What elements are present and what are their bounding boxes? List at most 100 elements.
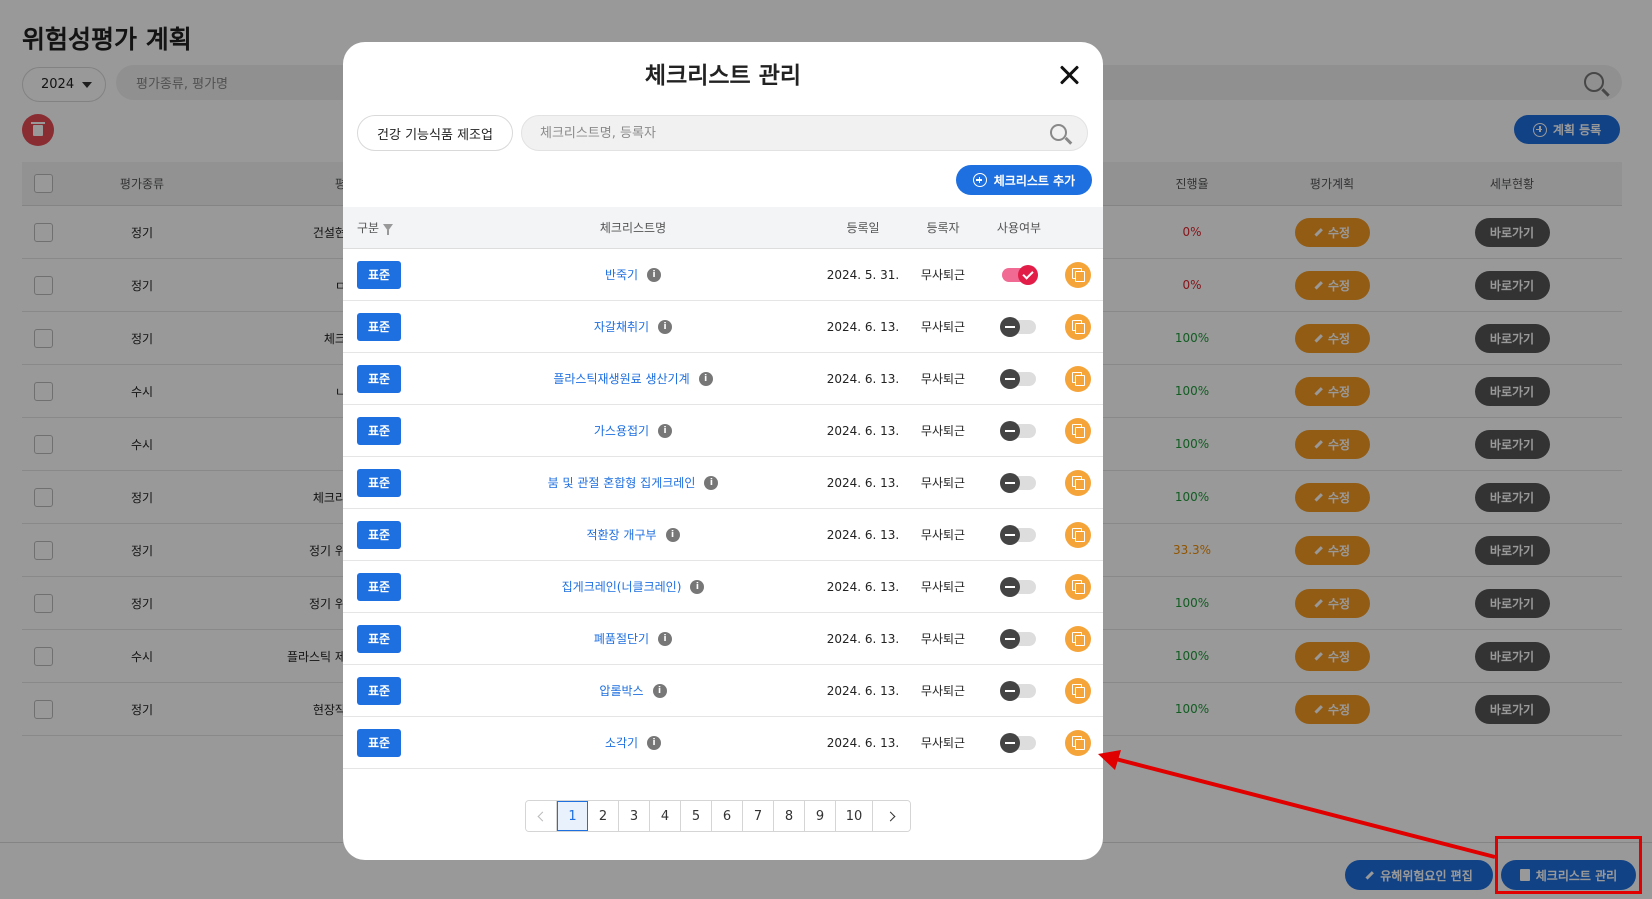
info-icon[interactable]: i	[658, 631, 673, 646]
row-user: 무사퇴근	[920, 684, 966, 698]
row-user: 무사퇴근	[920, 580, 966, 594]
page-button[interactable]: 3	[619, 801, 650, 831]
header-category-label: 구분	[357, 221, 380, 235]
checklist-row: 표준 소각기 i 2024. 6. 13. 무사퇴근	[343, 717, 1103, 769]
copy-icon[interactable]	[1065, 729, 1091, 756]
standard-badge: 표준	[357, 728, 401, 757]
checklist-name-link[interactable]: 적환장 개구부	[586, 526, 656, 543]
next-page-button[interactable]	[873, 801, 910, 831]
page-button[interactable]: 7	[743, 801, 774, 831]
row-copy-cell	[1054, 457, 1102, 508]
page-button[interactable]: 6	[712, 801, 743, 831]
info-icon[interactable]: i	[658, 319, 673, 334]
page-button[interactable]: 2	[588, 801, 619, 831]
checklist-name-link[interactable]: 붐 및 관절 혼합형 집게크레인	[548, 474, 696, 491]
copy-icon[interactable]	[1065, 521, 1091, 548]
copy-icon[interactable]	[1065, 365, 1091, 392]
info-icon[interactable]: i	[658, 423, 673, 438]
page-button[interactable]: 1	[557, 801, 588, 831]
search-icon[interactable]	[1050, 124, 1067, 141]
row-user: 무사퇴근	[920, 632, 966, 646]
row-copy-cell	[1054, 249, 1102, 300]
add-checklist-button[interactable]: 체크리스트 추가	[956, 165, 1092, 195]
standard-badge: 표준	[357, 624, 401, 653]
copy-icon[interactable]	[1065, 313, 1091, 340]
row-category-cell: 표준	[357, 561, 427, 612]
checklist-name-link[interactable]: 가스용접기	[594, 422, 649, 439]
row-copy-cell	[1054, 717, 1102, 768]
row-category-cell: 표준	[357, 613, 427, 664]
filter-icon[interactable]	[383, 224, 394, 235]
row-name-cell: 가스용접기 i	[463, 405, 803, 456]
row-use-cell	[983, 561, 1055, 612]
row-copy-cell	[1054, 613, 1102, 664]
copy-icon[interactable]	[1065, 469, 1091, 496]
page-button[interactable]: 4	[650, 801, 681, 831]
info-icon[interactable]: i	[652, 683, 667, 698]
info-icon[interactable]: i	[704, 475, 719, 490]
use-toggle[interactable]	[1000, 732, 1036, 753]
header-category[interactable]: 구분	[357, 207, 427, 248]
row-name-cell: 플라스틱재생원료 생산기계 i	[463, 353, 803, 404]
checklist-row: 표준 폐품절단기 i 2024. 6. 13. 무사퇴근	[343, 613, 1103, 665]
row-name-cell: 집게크레인(너클크레인) i	[463, 561, 803, 612]
info-icon[interactable]: i	[690, 579, 705, 594]
row-user: 무사퇴근	[920, 424, 966, 438]
row-date: 2024. 6. 13.	[826, 527, 900, 542]
row-category-cell: 표준	[357, 405, 427, 456]
use-toggle[interactable]	[1000, 628, 1036, 649]
copy-icon[interactable]	[1065, 677, 1091, 704]
info-icon[interactable]: i	[647, 735, 662, 750]
copy-icon[interactable]	[1065, 417, 1091, 444]
standard-badge: 표준	[357, 364, 401, 393]
copy-icon[interactable]	[1065, 625, 1091, 652]
use-toggle[interactable]	[1000, 680, 1036, 701]
copy-icon[interactable]	[1065, 573, 1091, 600]
use-toggle[interactable]	[1000, 576, 1036, 597]
row-user: 무사퇴근	[920, 736, 966, 750]
row-date: 2024. 6. 13.	[826, 371, 900, 386]
close-icon[interactable]	[1055, 60, 1085, 90]
toggle-knob	[1000, 576, 1020, 597]
use-toggle[interactable]	[1000, 316, 1036, 337]
copy-icon[interactable]	[1065, 261, 1091, 288]
checklist-name-link[interactable]: 압롤박스	[599, 682, 643, 699]
row-copy-cell	[1054, 561, 1102, 612]
checklist-name-link[interactable]: 반죽기	[605, 266, 638, 283]
info-icon[interactable]: i	[698, 371, 713, 386]
checklist-manage-modal: 체크리스트 관리 건강 기능식품 제조업 체크리스트 추가 구분 체크리스트명 …	[343, 42, 1103, 860]
checklist-name-link[interactable]: 자갈채취기	[594, 318, 649, 335]
checklist-name-link[interactable]: 소각기	[605, 734, 638, 751]
prev-page-button[interactable]	[526, 801, 557, 831]
toggle-knob	[1000, 680, 1020, 701]
page-button[interactable]: 5	[681, 801, 712, 831]
row-use-cell	[983, 249, 1055, 300]
use-toggle[interactable]	[1000, 420, 1036, 441]
use-toggle[interactable]	[1000, 368, 1036, 389]
info-icon[interactable]: i	[665, 527, 680, 542]
row-category-cell: 표준	[357, 509, 427, 560]
page-button[interactable]: 10	[836, 801, 873, 831]
row-category-cell: 표준	[357, 457, 427, 508]
checklist-name-link[interactable]: 플라스틱재생원료 생산기계	[553, 370, 689, 387]
standard-badge: 표준	[357, 260, 401, 289]
industry-value: 건강 기능식품 제조업	[377, 127, 493, 143]
use-toggle[interactable]	[1000, 524, 1036, 545]
checklist-name-link[interactable]: 폐품절단기	[594, 630, 649, 647]
row-copy-cell	[1054, 509, 1102, 560]
page-button[interactable]: 8	[774, 801, 805, 831]
row-date: 2024. 5. 31.	[826, 267, 900, 282]
checklist-search-field[interactable]	[521, 115, 1088, 151]
info-icon[interactable]: i	[647, 267, 662, 282]
toggle-knob	[1018, 264, 1038, 285]
row-use-cell	[983, 717, 1055, 768]
use-toggle[interactable]	[1000, 472, 1036, 493]
row-category-cell: 표준	[357, 249, 427, 300]
row-user: 무사퇴근	[920, 268, 966, 282]
checklist-search-input[interactable]	[540, 125, 1000, 141]
checklist-name-link[interactable]: 집게크레인(너클크레인)	[562, 578, 682, 595]
industry-select[interactable]: 건강 기능식품 제조업	[357, 115, 513, 151]
page-button[interactable]: 9	[805, 801, 836, 831]
use-toggle[interactable]	[1002, 264, 1038, 285]
modal-title: 체크리스트 관리	[644, 63, 802, 89]
